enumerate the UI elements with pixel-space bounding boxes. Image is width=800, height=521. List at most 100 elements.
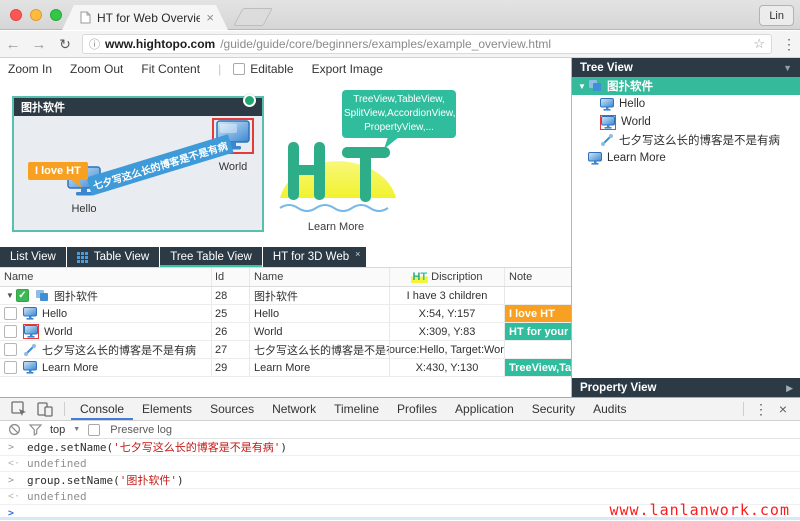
toolbar-divider <box>743 402 744 416</box>
browser-menu-icon[interactable]: ⋮ <box>778 36 800 53</box>
minimize-window-button[interactable] <box>30 9 42 21</box>
col-header-discription[interactable]: HT Discription <box>390 268 505 286</box>
table-row[interactable]: World 26 World X:309, Y:83 HT for your <box>0 323 571 341</box>
fit-content-button[interactable]: Fit Content <box>141 62 200 76</box>
filter-icon[interactable] <box>29 424 42 436</box>
devtools-tab-network[interactable]: Network <box>263 398 325 420</box>
zoom-in-button[interactable]: Zoom In <box>8 62 52 76</box>
devtools-tab-application[interactable]: Application <box>446 398 523 420</box>
graph-canvas[interactable]: 图扑软件 Hello World 七夕写这么长的博客是不是有病 <box>0 80 571 247</box>
tree-item-group[interactable]: ▼ 图扑软件 <box>572 77 800 95</box>
edit-point-pin-icon[interactable] <box>243 94 256 107</box>
bubble-line: SplitView,AccordionView, <box>344 107 454 121</box>
col-header-id[interactable]: Id <box>212 268 250 286</box>
collapse-panel-icon[interactable]: ▼ <box>783 63 792 73</box>
monitor-icon-selected <box>23 324 39 339</box>
tab-list-view[interactable]: List View <box>0 247 66 267</box>
expand-panel-icon[interactable]: ▶ <box>786 383 793 394</box>
ht-mini-logo: HT <box>411 271 428 283</box>
preserve-log-checkbox[interactable] <box>88 424 100 436</box>
tree-view-header[interactable]: Tree View ▼ <box>572 58 800 77</box>
property-view-header[interactable]: Property View ▶ <box>572 378 800 398</box>
devtools-tab-sources[interactable]: Sources <box>201 398 263 420</box>
tab-tree-table-view[interactable]: Tree Table View <box>160 247 262 267</box>
row-checkbox[interactable] <box>4 361 17 374</box>
editable-checkbox-wrap[interactable]: Editable <box>233 62 293 76</box>
bubble-line: TreeView,TableView, <box>344 93 454 107</box>
collapse-arrow-icon[interactable]: ▼ <box>4 291 16 300</box>
url-host: www.hightopo.com <box>105 37 215 51</box>
profile-button[interactable]: Lin <box>759 5 794 26</box>
tree-item-hello[interactable]: Hello <box>572 95 800 113</box>
new-tab-button[interactable] <box>233 8 273 26</box>
monitor-icon-selected <box>600 115 616 130</box>
page-info-icon[interactable]: ⓘ <box>89 36 100 52</box>
devtools-menu-icon[interactable]: ⋮ <box>752 401 770 418</box>
row-checkbox[interactable] <box>4 307 17 320</box>
collapse-arrow-icon[interactable]: ▼ <box>576 82 588 91</box>
devtools-tab-console[interactable]: Console <box>71 398 133 420</box>
table-row[interactable]: Hello 25 Hello X:54, Y:157 I love HT <box>0 305 571 323</box>
bubble-line: PropertyView,... <box>344 121 454 135</box>
tree-item-learn-more[interactable]: Learn More <box>572 149 800 167</box>
reload-icon[interactable]: ↻ <box>52 36 78 53</box>
logo-wave <box>280 205 388 211</box>
learn-more-node[interactable]: Learn More <box>288 221 384 233</box>
bookmark-star-icon[interactable]: ☆ <box>753 36 765 52</box>
execution-context-selector[interactable]: top <box>50 424 65 436</box>
page-favicon-icon <box>80 11 91 24</box>
table-row[interactable]: 七夕写这么长的博客是不是有病 27 七夕写这么长的博客是不是有病 Source:… <box>0 341 571 359</box>
devtools-tab-security[interactable]: Security <box>523 398 584 420</box>
chevron-down-icon[interactable]: ▼ <box>73 426 80 433</box>
url-path: /guide/guide/core/beginners/examples/exa… <box>220 37 551 51</box>
devtools-close-icon[interactable]: × <box>774 401 792 417</box>
col-header-name[interactable]: Name <box>0 268 212 286</box>
node-hello-label: Hello <box>62 203 106 215</box>
result-arrow-icon: <· <box>8 458 20 469</box>
row-checkbox-checked[interactable]: ✓ <box>16 289 29 302</box>
view-tab-bar: List View Table View Tree Table View HT … <box>0 247 571 268</box>
ht-logo <box>276 138 402 218</box>
row-checkbox[interactable] <box>4 325 17 338</box>
devtools-tab-audits[interactable]: Audits <box>584 398 635 420</box>
monitor-icon <box>588 152 602 165</box>
back-icon[interactable]: ← <box>0 36 26 53</box>
devtools-tab-elements[interactable]: Elements <box>133 398 201 420</box>
col-header-note[interactable]: Note <box>505 268 571 286</box>
tab-close-icon[interactable]: × <box>206 11 214 24</box>
tree-item-edge[interactable]: 七夕写这么长的博客是不是有病 <box>572 131 800 149</box>
tab-ht-for-3d-web[interactable]: HT for 3D Web × <box>263 247 367 267</box>
editable-checkbox[interactable] <box>233 63 245 75</box>
inspect-element-icon[interactable] <box>11 401 27 417</box>
monitor-icon <box>23 307 37 320</box>
table-row[interactable]: Learn More 29 Learn More X:430, Y:130 Tr… <box>0 359 571 377</box>
browser-window: HT for Web Overview × Lin ← → ↻ ⓘ www.hi… <box>0 0 800 520</box>
tab-title: HT for Web Overview <box>97 11 200 25</box>
tab-table-view[interactable]: Table View <box>67 247 159 267</box>
zoom-out-button[interactable]: Zoom Out <box>70 62 123 76</box>
tree-item-world[interactable]: World <box>572 113 800 131</box>
device-toolbar-icon[interactable] <box>37 401 53 417</box>
preserve-log-wrap[interactable]: Preserve log <box>88 424 172 436</box>
group-icon <box>35 289 49 303</box>
forward-icon[interactable]: → <box>26 36 52 53</box>
editable-label: Editable <box>250 62 293 76</box>
right-panel: Tree View ▼ ▼ 图扑软件 Hello World 七夕写这么长的博客… <box>571 58 800 398</box>
devtools-tab-timeline[interactable]: Timeline <box>325 398 388 420</box>
monitor-icon <box>23 361 37 374</box>
prompt-icon: > <box>8 442 20 453</box>
table-row[interactable]: ▼ ✓ 图扑软件 28 图扑软件 I have 3 children <box>0 287 571 305</box>
window-controls <box>10 9 62 21</box>
export-image-button[interactable]: Export Image <box>312 62 383 76</box>
col-header-name2[interactable]: Name <box>250 268 390 286</box>
toolbar-divider: | <box>218 62 221 76</box>
address-bar[interactable]: ⓘ www.hightopo.com/guide/guide/core/begi… <box>82 34 772 54</box>
close-window-button[interactable] <box>10 9 22 21</box>
clear-console-icon[interactable] <box>8 423 21 436</box>
browser-tab[interactable]: HT for Web Overview × <box>62 5 228 30</box>
devtools-tab-profiles[interactable]: Profiles <box>388 398 446 420</box>
tab-close-icon[interactable]: × <box>355 249 360 259</box>
fullscreen-window-button[interactable] <box>50 9 62 21</box>
edge-icon <box>600 133 614 147</box>
row-checkbox[interactable] <box>4 343 17 356</box>
